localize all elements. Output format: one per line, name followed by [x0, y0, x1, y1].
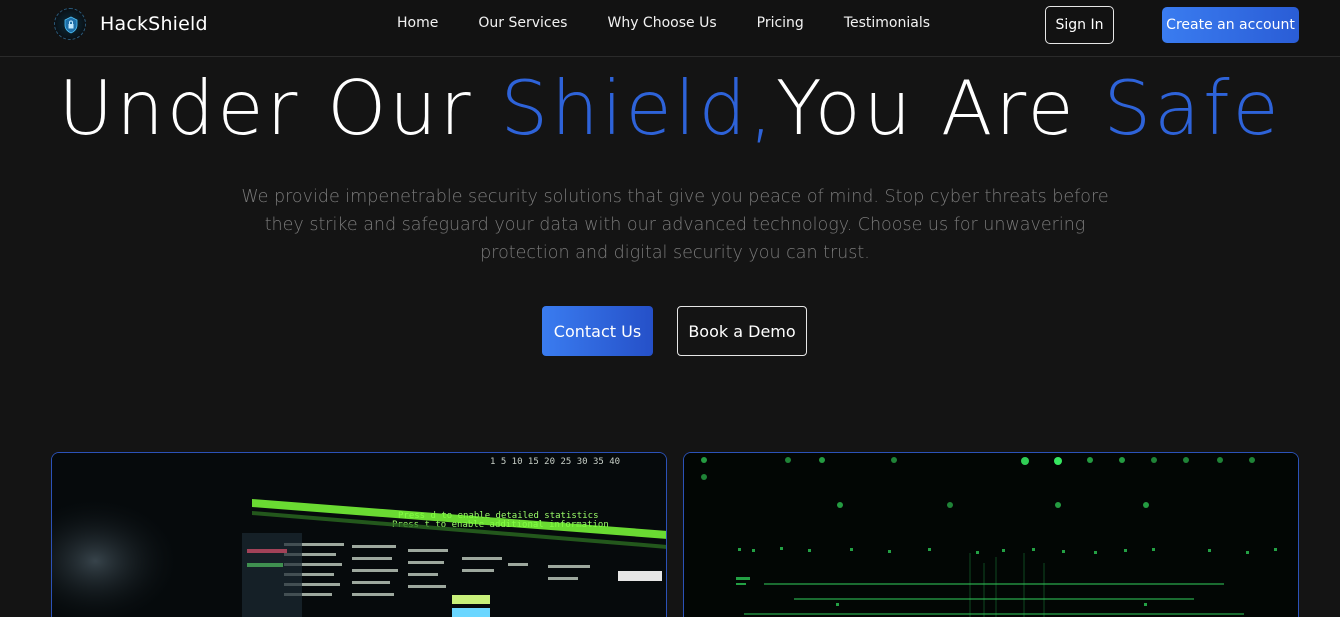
nav-link-testimonials[interactable]: Testimonials: [844, 15, 930, 31]
sign-in-button[interactable]: Sign In: [1045, 6, 1114, 44]
hero-subtitle: We provide impenetrable security solutio…: [241, 187, 1109, 263]
hero-title-part1: Under Our: [58, 64, 501, 152]
nav-link-our-services[interactable]: Our Services: [478, 15, 567, 31]
brand-logo[interactable]: HackShield: [54, 8, 208, 40]
brand-name: HackShield: [100, 13, 208, 35]
nav-link-home[interactable]: Home: [397, 15, 438, 31]
terminal-numbers: 1 5 10 15 20 25 30 35 40: [490, 457, 620, 467]
hero-title-part3: You Are: [775, 64, 1104, 152]
terminal-image-card: 1 5 10 15 20 25 30 35 40 Press d to enab…: [51, 452, 667, 617]
create-account-button[interactable]: Create an account: [1162, 7, 1299, 43]
top-navbar: HackShield Home Our Services Why Choose …: [0, 0, 1340, 57]
main-menu: Home Our Services Why Choose Us Pricing …: [397, 15, 930, 31]
contact-us-button[interactable]: Contact Us: [542, 306, 653, 356]
nav-link-pricing[interactable]: Pricing: [757, 15, 804, 31]
terminal-screen-image: 1 5 10 15 20 25 30 35 40 Press d to enab…: [52, 453, 666, 617]
hero-title-safe: Safe: [1103, 64, 1282, 152]
shield-lock-icon: [54, 8, 86, 40]
matrix-image-card: [683, 452, 1299, 617]
hero-title: Under Our Shield,You Are Safe: [0, 64, 1340, 152]
nav-link-why-choose-us[interactable]: Why Choose Us: [607, 15, 716, 31]
hero-title-shield: Shield,: [500, 64, 776, 152]
matrix-grid-image: [684, 453, 1298, 617]
book-demo-button[interactable]: Book a Demo: [677, 306, 807, 356]
